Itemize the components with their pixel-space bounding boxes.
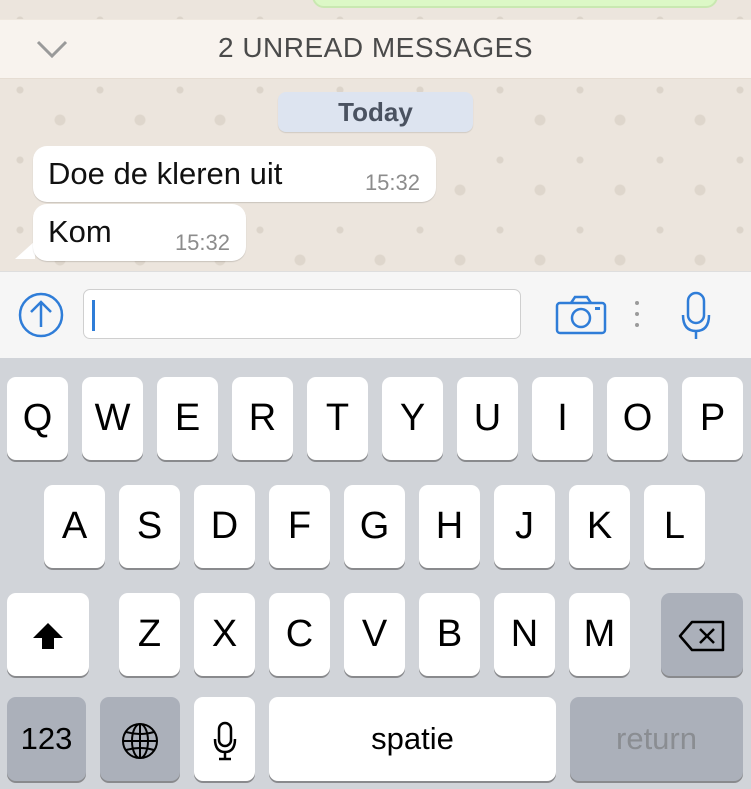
key-y[interactable]: Y <box>382 377 443 460</box>
key-p[interactable]: P <box>682 377 743 460</box>
key-a[interactable]: A <box>44 485 105 568</box>
dictation-key[interactable] <box>194 697 255 781</box>
key-h[interactable]: H <box>419 485 480 568</box>
key-w[interactable]: W <box>82 377 143 460</box>
key-m[interactable]: M <box>569 593 630 676</box>
message-time: 15:32 <box>174 230 230 255</box>
message-input-bar <box>0 271 751 359</box>
key-l[interactable]: L <box>644 485 705 568</box>
message-bubble[interactable]: Kom 15:32 <box>33 204 246 261</box>
message-text: Doe de kleren uit <box>48 156 283 191</box>
arrow-up-circle-icon[interactable] <box>18 292 64 338</box>
unread-count-text: 2 UNREAD MESSAGES <box>217 32 534 63</box>
key-b[interactable]: B <box>419 593 480 676</box>
keyboard: Q W E R T Y U I O P A S D F G H J K L Z … <box>0 358 751 789</box>
key-s[interactable]: S <box>119 485 180 568</box>
key-i[interactable]: I <box>532 377 593 460</box>
key-v[interactable]: V <box>344 593 405 676</box>
numbers-key[interactable]: 123 <box>7 697 86 781</box>
previous-outgoing-bubble <box>312 0 718 8</box>
key-c[interactable]: C <box>269 593 330 676</box>
return-key[interactable]: return <box>570 697 743 781</box>
message-time: 15:32 <box>364 170 420 195</box>
key-d[interactable]: D <box>194 485 255 568</box>
key-t[interactable]: T <box>307 377 368 460</box>
date-separator: Today <box>278 92 473 132</box>
backspace-icon <box>678 620 725 652</box>
camera-icon[interactable] <box>555 295 607 335</box>
key-u[interactable]: U <box>457 377 518 460</box>
key-f[interactable]: F <box>269 485 330 568</box>
text-caret <box>92 300 95 331</box>
message-text: Kom <box>48 214 112 249</box>
message-input[interactable] <box>83 289 521 339</box>
more-dots-icon[interactable] <box>633 299 641 329</box>
key-g[interactable]: G <box>344 485 405 568</box>
unread-messages-banner[interactable]: 2 UNREAD MESSAGES <box>0 19 751 79</box>
space-key[interactable]: spatie <box>269 697 556 781</box>
key-o[interactable]: O <box>607 377 668 460</box>
key-n[interactable]: N <box>494 593 555 676</box>
bubble-tail <box>15 241 35 259</box>
dictation-mic-icon <box>213 721 236 761</box>
shift-key[interactable] <box>7 593 89 676</box>
key-q[interactable]: Q <box>7 377 68 460</box>
key-j[interactable]: J <box>494 485 555 568</box>
chat-area[interactable]: 2 UNREAD MESSAGES Today Doe de kleren ui… <box>0 0 751 271</box>
microphone-icon[interactable] <box>681 291 711 341</box>
key-x[interactable]: X <box>194 593 255 676</box>
key-e[interactable]: E <box>157 377 218 460</box>
backspace-key[interactable] <box>661 593 743 676</box>
message-bubble[interactable]: Doe de kleren uit 15:32 <box>33 146 436 202</box>
key-k[interactable]: K <box>569 485 630 568</box>
globe-key[interactable] <box>100 697 180 781</box>
key-z[interactable]: Z <box>119 593 180 676</box>
globe-icon <box>122 722 158 759</box>
key-r[interactable]: R <box>232 377 293 460</box>
shift-icon <box>33 622 63 649</box>
